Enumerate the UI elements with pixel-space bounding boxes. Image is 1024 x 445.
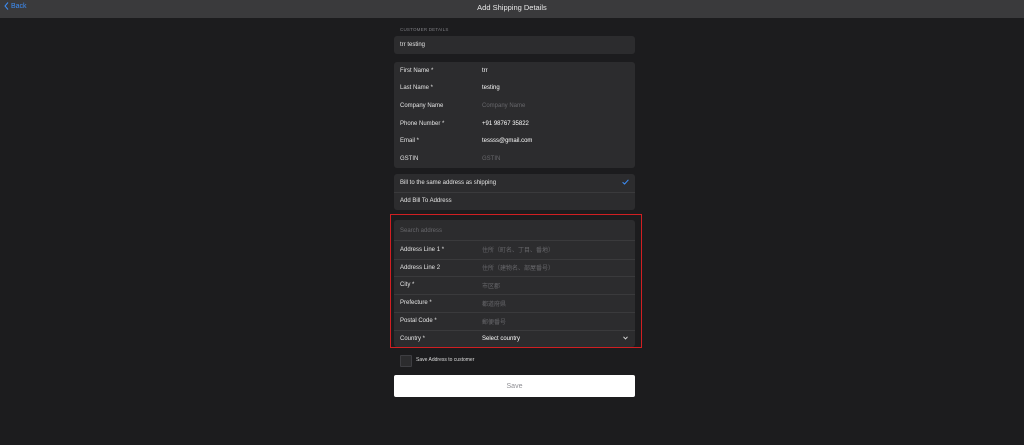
- top-bar: Back Add Shipping Details: [0, 0, 1024, 18]
- save-address-label: Save Address to customer: [416, 357, 475, 363]
- address-line1-row[interactable]: Address Line 1 * 住所（町名、丁目、番地）: [394, 241, 635, 259]
- phone-label: Phone Number *: [400, 120, 445, 127]
- save-address-checkbox[interactable]: [400, 355, 412, 367]
- address-line2-row[interactable]: Address Line 2 住所（建物名、部屋番号）: [394, 259, 635, 277]
- add-bill-to-row[interactable]: Add Bill To Address: [394, 192, 635, 210]
- country-label: Country *: [400, 335, 426, 342]
- first-name-field[interactable]: trr: [482, 68, 488, 74]
- contact-card: First Name * trr Last Name * testing Com…: [394, 62, 635, 168]
- prefecture-label: Prefecture *: [400, 300, 432, 307]
- phone-row[interactable]: Phone Number * +91 98767 35822: [394, 115, 635, 133]
- company-label: Company Name: [400, 103, 444, 110]
- postal-code-row[interactable]: Postal Code * 郵便番号: [394, 312, 635, 330]
- city-field[interactable]: 市区郡: [482, 281, 500, 290]
- page-title: Add Shipping Details: [477, 3, 547, 12]
- same-address-label: Bill to the same address as shipping: [400, 179, 497, 186]
- phone-field[interactable]: +91 98767 35822: [482, 121, 529, 127]
- gstin-row[interactable]: GSTIN GSTIN: [394, 150, 635, 168]
- search-address-input[interactable]: Search address: [400, 228, 442, 234]
- postal-code-label: Postal Code *: [400, 318, 437, 325]
- address-card: Search address Address Line 1 * 住所（町名、丁目…: [394, 220, 635, 347]
- prefecture-field[interactable]: 都道府県: [482, 299, 506, 308]
- customer-section-label: CUSTOMER DETAILS: [400, 27, 449, 32]
- gstin-field[interactable]: GSTIN: [482, 156, 500, 162]
- search-address-row[interactable]: Search address: [394, 221, 635, 240]
- postal-code-field[interactable]: 郵便番号: [482, 317, 506, 326]
- country-select[interactable]: Select country: [482, 336, 520, 342]
- last-name-row[interactable]: Last Name * testing: [394, 80, 635, 98]
- checkmark-icon: [622, 179, 629, 185]
- add-bill-to-address-link[interactable]: Add Bill To Address: [400, 198, 452, 204]
- address-line2-label: Address Line 2: [400, 264, 441, 271]
- company-row[interactable]: Company Name Company Name: [394, 97, 635, 115]
- prefecture-row[interactable]: Prefecture * 都道府県: [394, 294, 635, 312]
- country-row[interactable]: Country * Select country: [394, 330, 635, 348]
- save-button[interactable]: Save: [394, 375, 635, 397]
- first-name-label: First Name *: [400, 67, 434, 74]
- customer-name: trr testing: [400, 41, 426, 48]
- email-field[interactable]: tessss@gmail.com: [482, 138, 532, 144]
- address-line1-field[interactable]: 住所（町名、丁目、番地）: [482, 245, 554, 254]
- city-row[interactable]: City * 市区郡: [394, 277, 635, 295]
- last-name-label: Last Name *: [400, 85, 434, 92]
- city-label: City *: [400, 282, 415, 289]
- email-label: Email *: [400, 138, 420, 145]
- same-address-row[interactable]: Bill to the same address as shipping: [394, 174, 635, 192]
- customer-card[interactable]: trr testing: [394, 36, 635, 54]
- chevron-down-icon: [623, 336, 628, 340]
- first-name-row[interactable]: First Name * trr: [394, 62, 635, 80]
- address-line2-field[interactable]: 住所（建物名、部屋番号）: [482, 263, 554, 272]
- email-row[interactable]: Email * tessss@gmail.com: [394, 132, 635, 150]
- billing-card: Bill to the same address as shipping Add…: [394, 174, 635, 210]
- address-line1-label: Address Line 1 *: [400, 246, 445, 253]
- gstin-label: GSTIN: [400, 155, 419, 162]
- last-name-field[interactable]: testing: [482, 85, 500, 91]
- company-field[interactable]: Company Name: [482, 103, 525, 109]
